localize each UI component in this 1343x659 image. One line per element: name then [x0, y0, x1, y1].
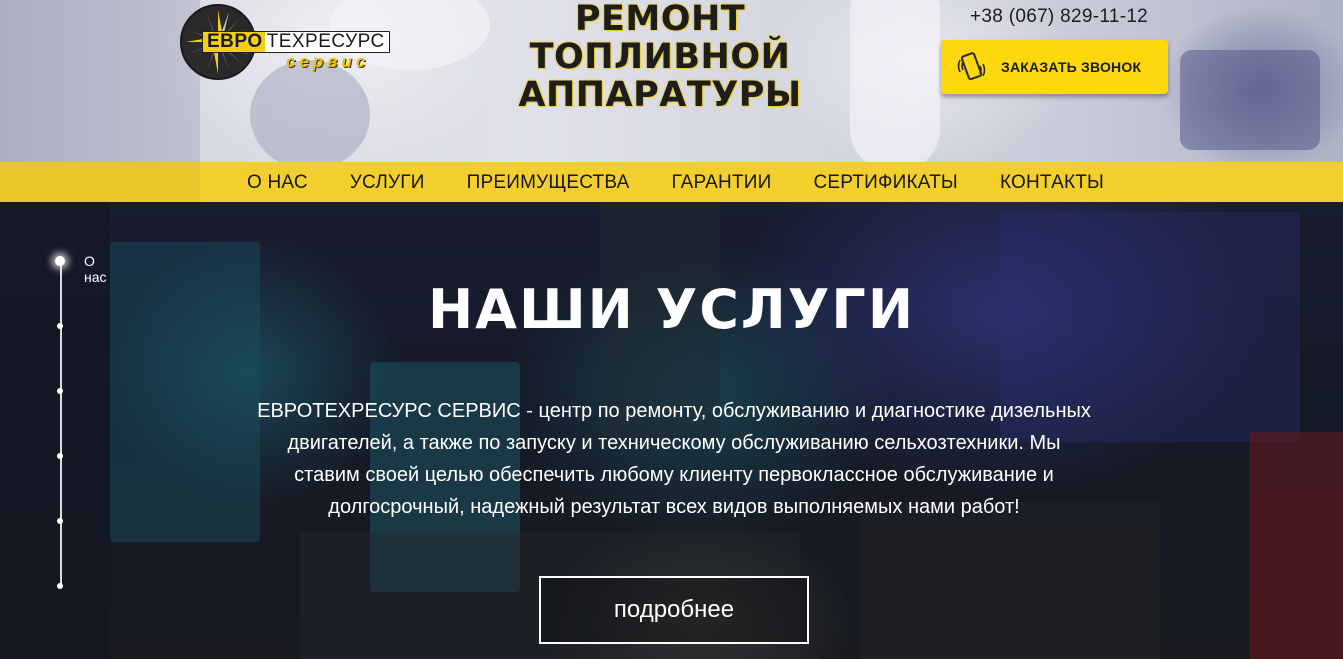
nav-item-contacts[interactable]: КОНТАКТЫ [979, 162, 1125, 202]
hero-section: О нас НАШИ УСЛУГИ ЕВРОТЕХРЕСУРС СЕРВИС -… [0, 202, 1343, 659]
more-details-button[interactable]: подробнее [539, 576, 809, 644]
site-title-line: АППАРАТУРЫ [518, 75, 802, 115]
section-dot[interactable] [57, 518, 63, 524]
site-title-line: РЕМОНТ [574, 0, 746, 39]
logo-wordmark: ЕВРО ТЕХРЕСУРС [202, 31, 390, 53]
phone-vibrate-icon [957, 52, 986, 81]
nav-bar-left-segment [0, 162, 200, 202]
nav-item-certificates[interactable]: СЕРТИФИКАТЫ [792, 162, 978, 202]
logo[interactable]: ЕВРО ТЕХРЕСУРС сервис [178, 2, 423, 88]
hero-description-line: долгосрочный, надежный результат всех ви… [328, 496, 1020, 518]
order-call-button[interactable]: ЗАКАЗАТЬ ЗВОНОК [941, 40, 1168, 94]
phone-number[interactable]: +38 (067) 829-11-12 [970, 6, 1148, 28]
section-dot-active[interactable] [55, 256, 65, 266]
hero-description-line: ставим своей целью обеспечить любому кли… [294, 464, 1054, 486]
logo-wordmark-part1: ЕВРО [203, 32, 265, 52]
header-background-shape [850, 0, 940, 162]
header-background-shape [1180, 50, 1320, 150]
hero-description: ЕВРОТЕХРЕСУРС СЕРВИС - центр по ремонту,… [224, 395, 1124, 523]
nav-item-services[interactable]: УСЛУГИ [329, 162, 446, 202]
main-nav-bar: О НАС УСЛУГИ ПРЕИМУЩЕСТВА ГАРАНТИИ СЕРТИ… [0, 162, 1343, 202]
hero-description-line: ЕВРОТЕХРЕСУРС СЕРВИС - центр по ремонту,… [257, 400, 1091, 422]
section-dot[interactable] [57, 388, 63, 394]
nav-item-advantages[interactable]: ПРЕИМУЩЕСТВА [446, 162, 651, 202]
section-dot[interactable] [57, 583, 63, 589]
nav-item-about[interactable]: О НАС [226, 162, 329, 202]
header-background-left [0, 0, 200, 162]
logo-wordmark-part2: ТЕХРЕСУРС [266, 31, 385, 52]
hero-title: НАШИ УСЛУГИ [427, 278, 916, 341]
order-call-button-label: ЗАКАЗАТЬ ЗВОНОК [1001, 59, 1142, 75]
main-nav: О НАС УСЛУГИ ПРЕИМУЩЕСТВА ГАРАНТИИ СЕРТИ… [226, 162, 1125, 202]
site-title-line: ТОПЛИВНОЙ [529, 37, 791, 77]
nav-item-guarantees[interactable]: ГАРАНТИИ [650, 162, 792, 202]
section-dot[interactable] [57, 453, 63, 459]
header: ЕВРО ТЕХРЕСУРС сервис РЕМОНТ ТОПЛИВНОЙ А… [0, 0, 1343, 162]
site-title: РЕМОНТ ТОПЛИВНОЙ АППАРАТУРЫ [470, 0, 850, 114]
logo-subtitle: сервис [286, 52, 370, 71]
hero-description-line: двигателей, а также по запуску и техниче… [287, 432, 1061, 454]
